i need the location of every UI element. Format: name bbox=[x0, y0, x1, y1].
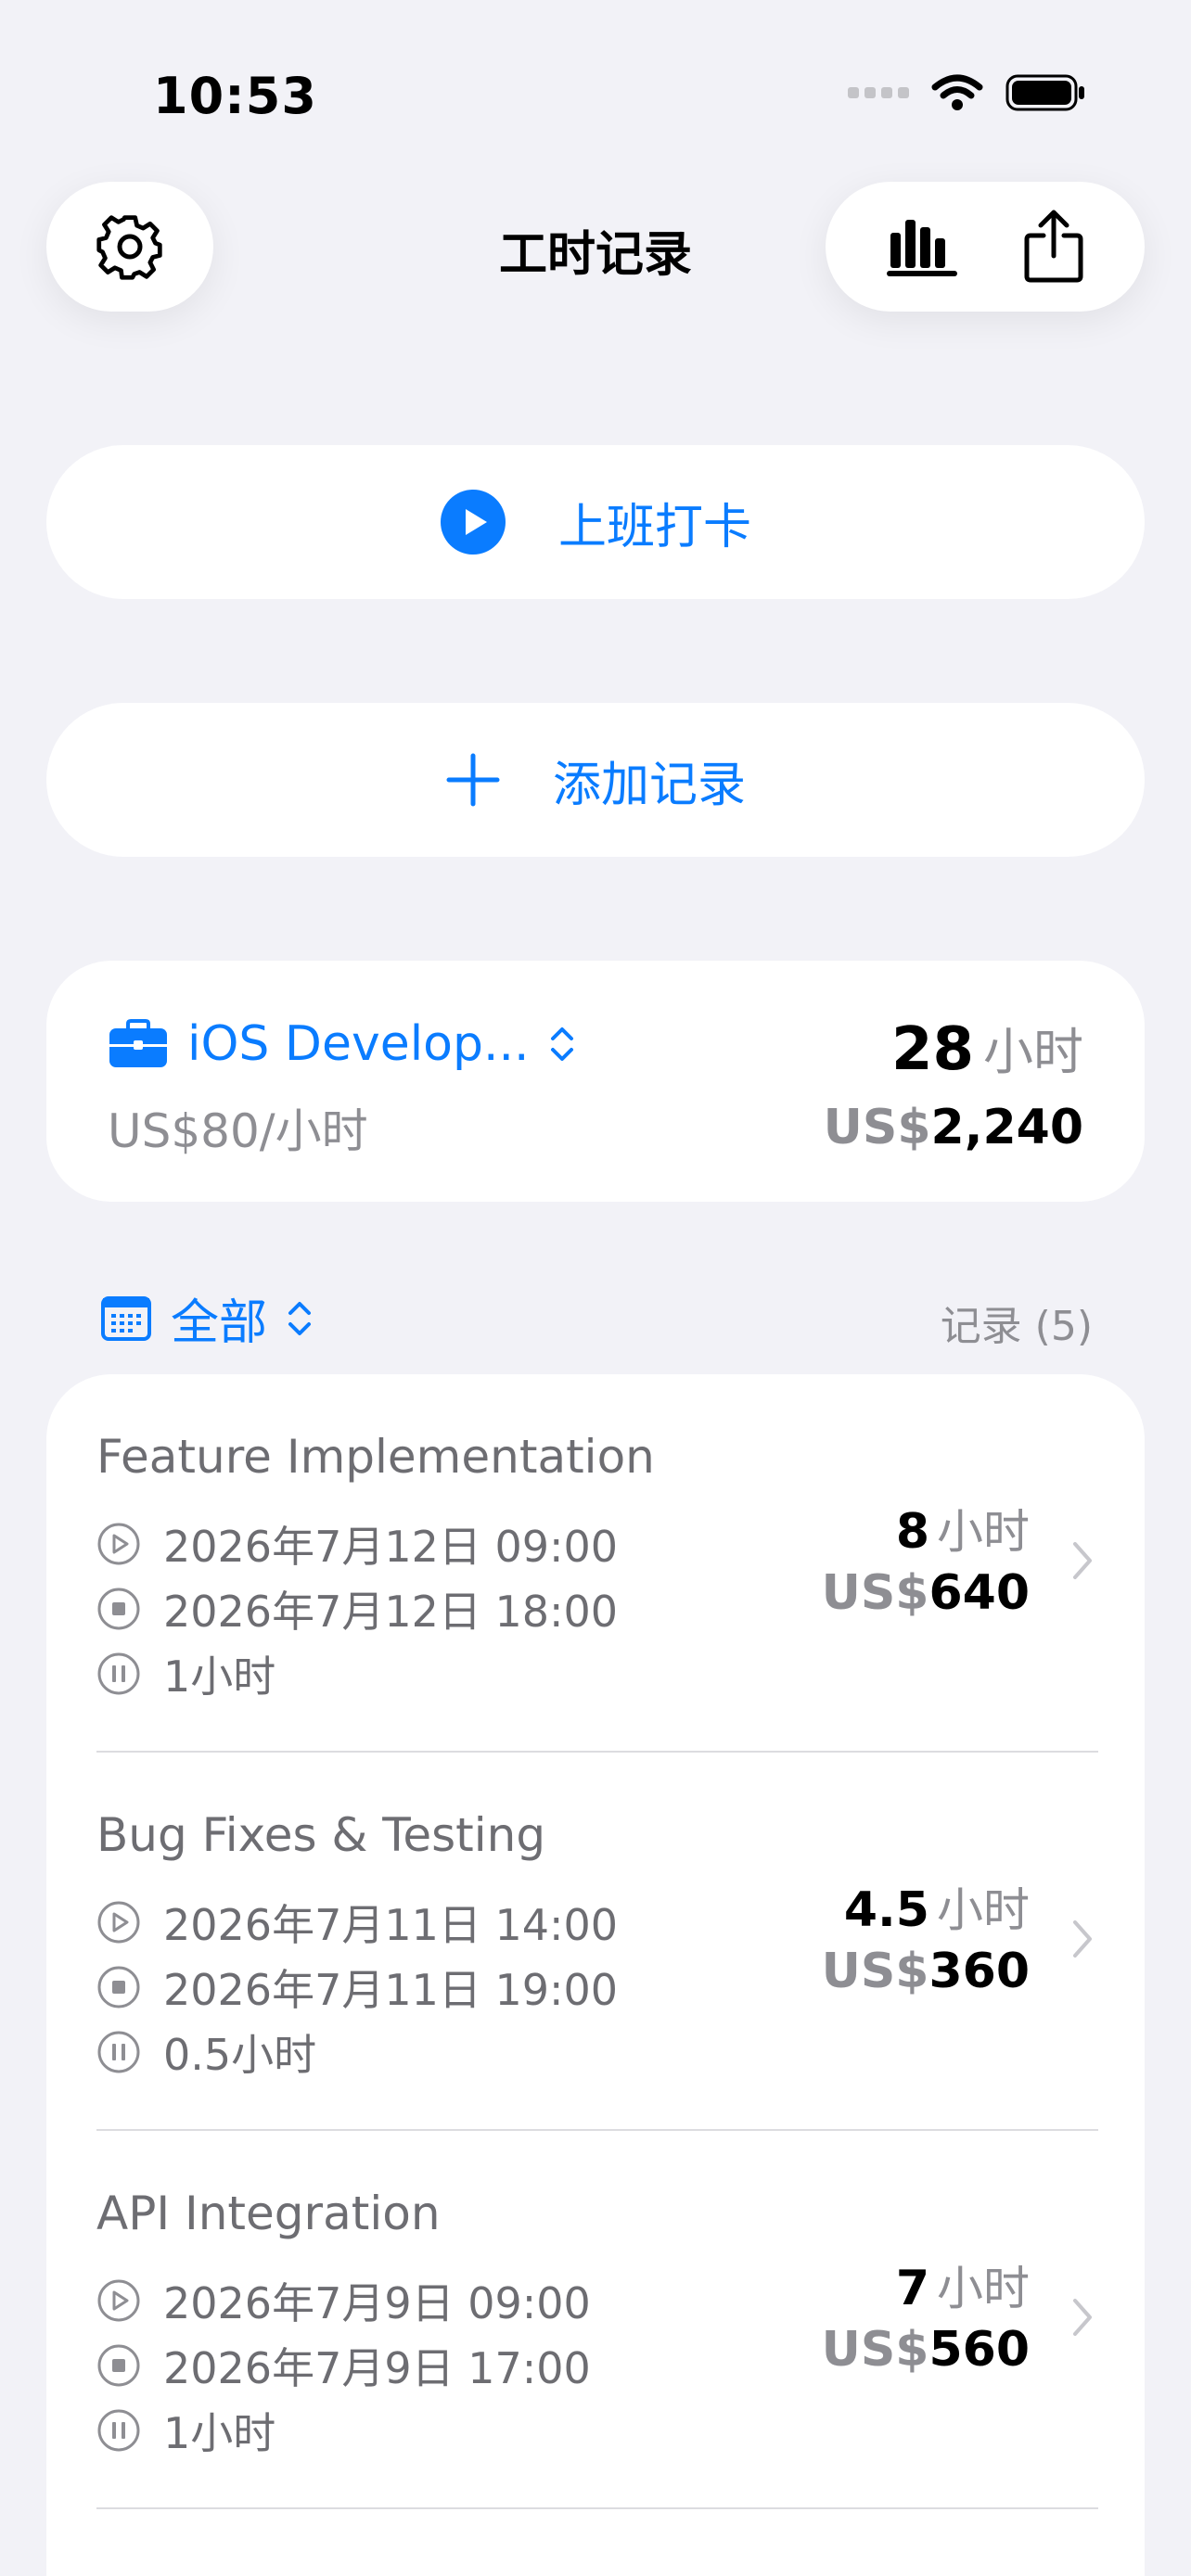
record-amount-value: 360 bbox=[928, 1944, 1030, 1999]
job-name: iOS Develop... bbox=[187, 1016, 530, 1072]
list-item[interactable]: Feature Implementation 2026年7月12日 09:00 … bbox=[46, 1374, 1145, 1753]
total-hours-unit: 小时 bbox=[983, 1023, 1083, 1081]
record-hours-value: 7 bbox=[895, 2261, 929, 2316]
status-indicators bbox=[848, 72, 1087, 113]
record-break-text: 0.5小时 bbox=[163, 2030, 317, 2080]
screen: 10:53 工时记录 上班打卡 添加记录 iOS Develop... US$8… bbox=[0, 0, 1191, 2576]
record-hours: 8 小时 bbox=[896, 1495, 1030, 1562]
summary-card: iOS Develop... US$80/小时 28 小时 US$2,240 bbox=[46, 961, 1145, 1202]
pause-outline-icon bbox=[97, 1652, 140, 1695]
record-end: 2026年7月9日 17:00 bbox=[96, 2335, 591, 2396]
record-hours: 7 小时 bbox=[896, 2251, 1030, 2318]
record-currency: US$ bbox=[821, 1944, 929, 1999]
add-record-button[interactable]: 添加记录 bbox=[46, 703, 1145, 857]
plus-icon bbox=[446, 753, 500, 807]
record-start: 2026年7月9日 09:00 bbox=[96, 2270, 591, 2331]
stop-outline-icon bbox=[97, 1966, 140, 2009]
record-start: 2026年7月12日 09:00 bbox=[96, 1513, 618, 1575]
record-break: 1小时 bbox=[96, 2400, 275, 2461]
record-title: API Integration bbox=[96, 2187, 441, 2240]
record-hours-value: 8 bbox=[895, 1504, 929, 1560]
record-end: 2026年7月12日 18:00 bbox=[96, 1578, 618, 1639]
filter-label: 全部 bbox=[171, 1295, 268, 1351]
list-item[interactable]: API Integration 2026年7月9日 09:00 2026年7月9… bbox=[46, 2131, 1145, 2509]
bar-chart-icon[interactable] bbox=[886, 216, 957, 277]
total-amount: US$2,240 bbox=[824, 1100, 1083, 1155]
record-amount-value: 640 bbox=[928, 1565, 1030, 1621]
record-hours-unit: 小时 bbox=[937, 2262, 1030, 2315]
record-title: Feature Implementation bbox=[96, 1430, 655, 1484]
record-end-text: 2026年7月9日 17:00 bbox=[163, 2343, 591, 2393]
record-amount-value: 560 bbox=[928, 2322, 1030, 2378]
play-outline-icon bbox=[97, 2279, 140, 2322]
share-icon[interactable] bbox=[1023, 210, 1084, 284]
date-filter[interactable]: 全部 bbox=[100, 1283, 314, 1353]
record-break: 1小时 bbox=[96, 1643, 275, 1704]
record-start-text: 2026年7月12日 09:00 bbox=[163, 1522, 619, 1572]
battery-icon bbox=[1005, 74, 1084, 111]
status-time: 10:53 bbox=[153, 67, 317, 125]
record-amount: US$360 bbox=[822, 1944, 1030, 1999]
record-amount: US$640 bbox=[822, 1565, 1030, 1621]
record-title: Bug Fixes & Testing bbox=[96, 1808, 546, 1862]
record-break: 0.5小时 bbox=[96, 2021, 316, 2083]
record-break-text: 1小时 bbox=[163, 1651, 276, 1702]
record-end-text: 2026年7月11日 19:00 bbox=[163, 1965, 619, 2015]
play-outline-icon bbox=[97, 1523, 140, 1565]
stop-outline-icon bbox=[97, 1588, 140, 1630]
hourly-rate: US$80/小时 bbox=[108, 1104, 368, 1158]
pause-outline-icon bbox=[97, 2409, 140, 2452]
row-divider bbox=[96, 2507, 1098, 2509]
record-hours-unit: 小时 bbox=[937, 1883, 1030, 1937]
add-record-label: 添加记录 bbox=[552, 757, 746, 813]
total-currency: US$ bbox=[823, 1100, 931, 1155]
clock-in-button[interactable]: 上班打卡 bbox=[46, 445, 1145, 599]
record-currency: US$ bbox=[821, 2322, 929, 2378]
total-hours-value: 28 bbox=[890, 1015, 974, 1084]
cellular-signal-icon bbox=[848, 87, 909, 98]
record-amount: US$560 bbox=[822, 2322, 1030, 2378]
play-circle-icon bbox=[440, 490, 506, 555]
record-break-text: 1小时 bbox=[163, 2408, 276, 2458]
calendar-icon bbox=[101, 1295, 151, 1341]
list-item[interactable]: Bug Fixes & Testing 2026年7月11日 14:00 202… bbox=[46, 1753, 1145, 2131]
chevron-right-icon bbox=[1073, 1542, 1092, 1579]
records-count: 记录 (5) bbox=[940, 1303, 1093, 1350]
toolbar-button-group bbox=[826, 182, 1145, 312]
record-hours-value: 4.5 bbox=[843, 1882, 929, 1938]
briefcase-icon bbox=[109, 1019, 167, 1067]
record-start: 2026年7月11日 14:00 bbox=[96, 1892, 618, 1953]
total-hours: 28 小时 bbox=[891, 1011, 1083, 1084]
total-amount-value: 2,240 bbox=[930, 1100, 1083, 1155]
record-start-text: 2026年7月9日 09:00 bbox=[163, 2278, 591, 2328]
record-currency: US$ bbox=[821, 1565, 929, 1621]
chevron-right-icon bbox=[1073, 1920, 1092, 1958]
records-list: Feature Implementation 2026年7月12日 09:00 … bbox=[46, 1374, 1145, 2576]
record-end: 2026年7月11日 19:00 bbox=[96, 1957, 618, 2018]
record-hours-unit: 小时 bbox=[937, 1505, 1030, 1559]
clock-in-label: 上班打卡 bbox=[557, 499, 751, 555]
record-end-text: 2026年7月12日 18:00 bbox=[163, 1587, 619, 1637]
wifi-icon bbox=[931, 74, 983, 110]
record-hours: 4.5 小时 bbox=[844, 1873, 1030, 1940]
chevron-updown-icon bbox=[288, 1301, 312, 1335]
job-selector[interactable]: iOS Develop... bbox=[108, 1016, 576, 1072]
pause-outline-icon bbox=[97, 2031, 140, 2073]
stop-outline-icon bbox=[97, 2344, 140, 2387]
chevron-updown-icon bbox=[550, 1027, 573, 1061]
chevron-right-icon bbox=[1073, 2299, 1092, 2336]
play-outline-icon bbox=[97, 1901, 140, 1944]
record-start-text: 2026年7月11日 14:00 bbox=[163, 1900, 619, 1950]
